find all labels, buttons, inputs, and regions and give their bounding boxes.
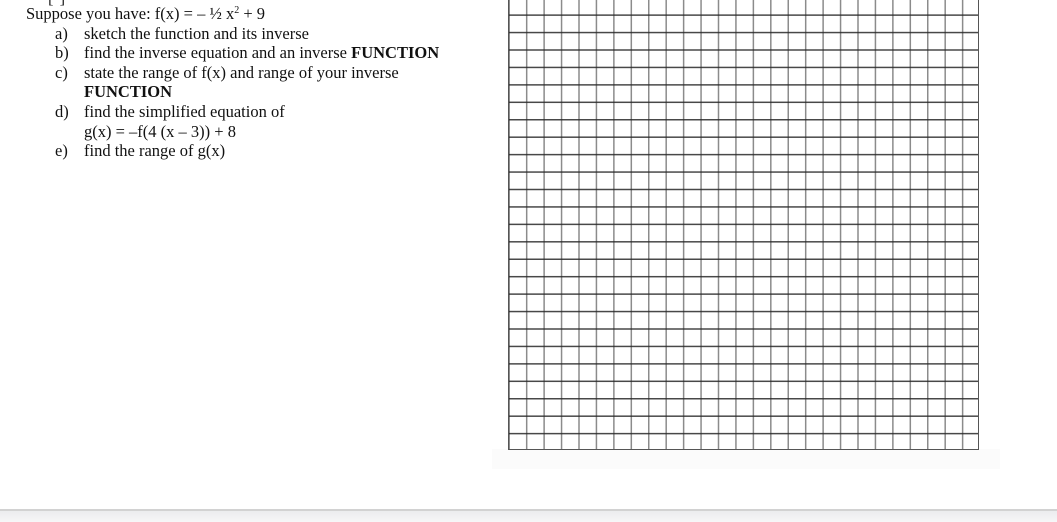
graph-paper-grid: [508, 0, 979, 450]
item-text: sketch the function and its inverse: [84, 23, 309, 43]
item-text: find the inverse equation and an inverse: [84, 43, 352, 63]
item-text: state the range of f(x) and range of you…: [84, 62, 399, 82]
question-list: a) sketch the function and its inverse b…: [26, 24, 439, 161]
item-label: c): [55, 62, 68, 82]
item-label: b): [55, 43, 69, 63]
problem-intro: Suppose you have: f(x) = – ½ x2 + 9: [26, 4, 439, 24]
item-label: e): [55, 141, 68, 161]
question-item-e: e) find the range of g(x): [26, 141, 439, 161]
bottom-bar: [0, 509, 1057, 522]
problem-statement: Suppose you have: f(x) = – ½ x2 + 9 a) s…: [26, 4, 439, 161]
question-item-b: b) find the inverse equation and an inve…: [26, 43, 439, 63]
item-label: d): [55, 101, 69, 121]
item-text: find the simplified equation of: [84, 101, 285, 121]
item-label: a): [55, 23, 68, 43]
item-bold-text: FUNCTION: [351, 43, 440, 63]
intro-suffix: + 9: [239, 4, 266, 23]
item-text: find the range of g(x): [84, 141, 226, 161]
question-item-a: a) sketch the function and its inverse: [26, 24, 439, 44]
intro-text: Suppose you have: f(x) = – ½ x: [26, 4, 235, 23]
item-equation: g(x) = –f(4 (x – 3)) + 8: [84, 121, 236, 141]
item-bold-text: FUNCTION: [84, 82, 173, 102]
question-item-c: c) state the range of f(x) and range of …: [26, 63, 439, 102]
question-item-d: d) find the simplified equation of g(x) …: [26, 102, 439, 141]
graph-paper-shadow: [492, 449, 1000, 469]
